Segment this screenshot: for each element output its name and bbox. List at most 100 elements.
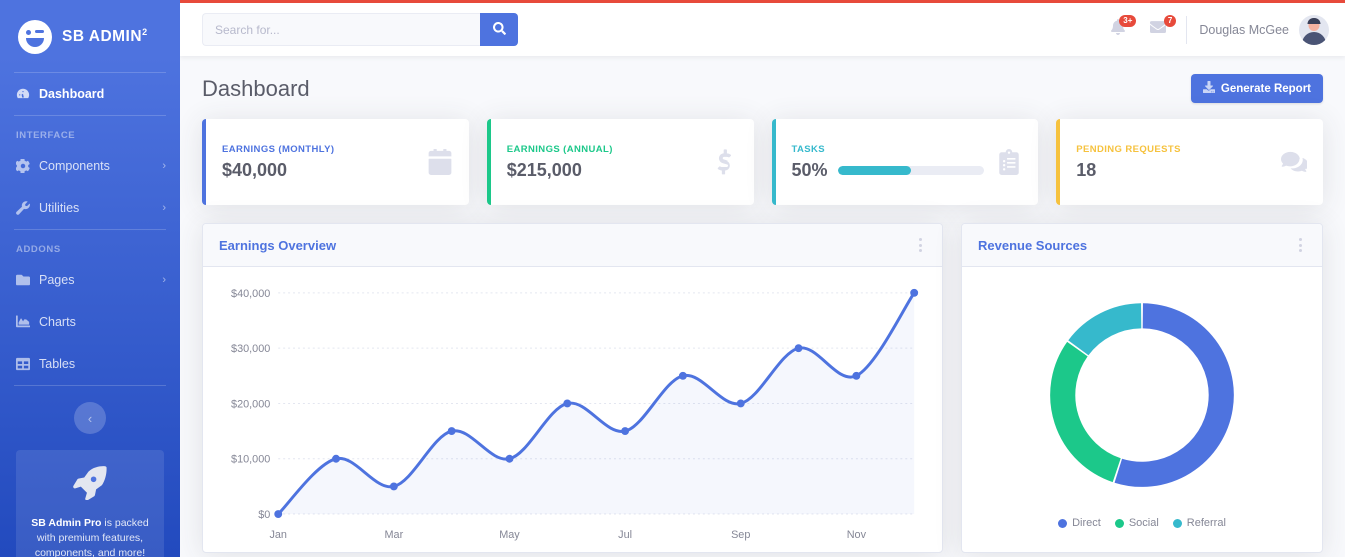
card-title: Revenue Sources <box>978 237 1088 253</box>
upgrade-promo-strong: SB Admin Pro <box>31 517 102 529</box>
stat-cards-row: EARNINGS (MONTHLY) $40,000 EARNINGS (ANN… <box>202 119 1323 205</box>
brand-logo[interactable]: SB ADMIN2 <box>0 0 180 72</box>
sidebar-item-label: Pages <box>39 273 75 287</box>
app-root: SB ADMIN2 Dashboard INTERFACE Components… <box>0 0 1345 557</box>
tasks-progress-bar <box>837 165 985 175</box>
revenue-sources-card: Revenue Sources Direct Social Referral <box>961 223 1323 553</box>
brand-name: SB ADMIN2 <box>62 27 148 46</box>
comments-icon <box>1281 149 1307 175</box>
stat-value: 50% <box>791 159 828 180</box>
clipboard-list-icon <box>996 149 1022 175</box>
download-icon <box>1202 81 1215 96</box>
sidebar-item-components[interactable]: Components › <box>0 145 180 187</box>
brand-superscript: 2 <box>142 27 148 38</box>
donut-slice[interactable] <box>1114 303 1234 487</box>
stat-value: $40,000 <box>222 159 288 180</box>
charts-row: Earnings Overview $0 $10,000 $20,000 $30,00… <box>202 223 1323 553</box>
chevron-right-icon: › <box>162 160 166 172</box>
svg-text:$0: $0 <box>258 509 270 521</box>
main-area: 3+ 7 Douglas McGee Das <box>180 0 1345 557</box>
sidebar-item-label: Tables <box>39 357 76 371</box>
page-title: Dashboard <box>202 75 310 101</box>
stat-card-content: PENDING REQUESTS 18 <box>1076 144 1269 181</box>
donut-slice[interactable] <box>1050 341 1122 483</box>
rocket-icon <box>26 466 154 506</box>
earnings-overview-card: Earnings Overview $0 $10,000 $20,000 $30,00… <box>202 223 943 553</box>
vertical-ellipsis-icon[interactable] <box>915 235 926 255</box>
search-input[interactable] <box>202 13 480 46</box>
stat-card-tasks: TASKS 50% <box>771 119 1039 205</box>
topbar: 3+ 7 Douglas McGee <box>180 0 1345 56</box>
stat-card-pending-requests: PENDING REQUESTS 18 <box>1056 119 1323 205</box>
stat-value-row: 18 <box>1076 160 1269 181</box>
stat-card-content: EARNINGS (ANNUAL) $215,000 <box>507 144 700 181</box>
svg-text:$30,000: $30,000 <box>231 343 270 355</box>
topbar-separator <box>1186 15 1188 44</box>
svg-text:Mar: Mar <box>385 529 404 541</box>
generate-report-label: Generate Report <box>1220 82 1311 95</box>
svg-text:$20,000: $20,000 <box>231 398 270 410</box>
stat-value-row: $40,000 <box>222 160 415 181</box>
search-icon <box>492 21 506 38</box>
legend-item[interactable]: Direct <box>1058 517 1101 529</box>
svg-text:Sep: Sep <box>731 529 750 541</box>
messages-button[interactable]: 7 <box>1138 10 1178 50</box>
legend-item[interactable]: Referral <box>1172 517 1226 529</box>
chart-area-icon <box>16 315 30 329</box>
sidebar-item-dashboard[interactable]: Dashboard <box>0 73 180 115</box>
sidebar-toggle-button[interactable]: ‹ <box>74 402 106 434</box>
wrench-icon <box>16 201 30 215</box>
tachometer-icon <box>16 87 30 101</box>
sidebar-item-label: Charts <box>39 315 76 329</box>
stat-value: 18 <box>1076 159 1097 180</box>
avatar <box>1299 14 1329 45</box>
user-menu[interactable]: Douglas McGee <box>1199 14 1329 45</box>
svg-text:May: May <box>499 529 520 541</box>
stat-card-earnings-annual: EARNINGS (ANNUAL) $215,000 <box>486 119 754 205</box>
sidebar-heading-addons: ADDONS <box>16 244 61 255</box>
sidebar-item-utilities[interactable]: Utilities › <box>0 187 180 229</box>
legend-color-dot <box>1058 518 1068 528</box>
chevron-right-icon: › <box>162 202 166 214</box>
sidebar-item-tables[interactable]: Tables <box>0 343 180 385</box>
alerts-badge: 3+ <box>1119 14 1137 27</box>
legend-color-dot <box>1114 518 1124 528</box>
sidebar-item-pages[interactable]: Pages › <box>0 259 180 301</box>
stat-value-row: $215,000 <box>507 160 700 181</box>
calendar-icon <box>427 149 453 175</box>
user-name: Douglas McGee <box>1199 22 1289 37</box>
sidebar-collapse-wrap: ‹ <box>0 386 180 444</box>
sidebar-item-charts[interactable]: Charts <box>0 301 180 343</box>
legend-item[interactable]: Social <box>1114 517 1159 529</box>
earnings-area-chart[interactable]: $0 $10,000 $20,000 $30,000 $40,000 Jan Mar May J… <box>217 281 928 548</box>
sidebar-heading-interface: INTERFACE <box>16 130 76 141</box>
chevron-right-icon: › <box>162 274 166 286</box>
sidebar: SB ADMIN2 Dashboard INTERFACE Components… <box>0 0 180 557</box>
cog-icon <box>16 159 30 173</box>
upgrade-promo-card: SB Admin Pro is packed with premium feat… <box>16 450 164 557</box>
alerts-button[interactable]: 3+ <box>1098 10 1138 50</box>
generate-report-button[interactable]: Generate Report <box>1190 74 1323 103</box>
card-header: Revenue Sources <box>962 224 1322 267</box>
page-header: Dashboard Generate Report <box>202 74 1323 103</box>
svg-text:Nov: Nov <box>847 529 867 541</box>
donut-slice[interactable] <box>1068 303 1142 356</box>
stat-label: EARNINGS (MONTHLY) <box>222 143 335 155</box>
stat-card-earnings-monthly: EARNINGS (MONTHLY) $40,000 <box>202 119 469 205</box>
svg-text:$40,000: $40,000 <box>231 288 270 300</box>
stat-label: PENDING REQUESTS <box>1076 143 1181 155</box>
svg-text:Jul: Jul <box>618 529 632 541</box>
search-form <box>202 13 518 46</box>
stat-label: TASKS <box>791 143 825 155</box>
legend-label: Referral <box>1186 517 1226 529</box>
legend-label: Direct <box>1072 517 1101 529</box>
vertical-ellipsis-icon[interactable] <box>1295 235 1306 255</box>
earnings-chart-body: $0 $10,000 $20,000 $30,000 $40,000 Jan Mar May J… <box>203 267 942 552</box>
card-header: Earnings Overview <box>203 224 942 267</box>
topbar-right: 3+ 7 Douglas McGee <box>1098 10 1329 50</box>
revenue-donut-chart[interactable] <box>976 281 1308 513</box>
search-button[interactable] <box>480 13 518 46</box>
sidebar-item-label: Utilities <box>39 201 80 215</box>
svg-text:$10,000: $10,000 <box>231 454 270 466</box>
legend-label: Social <box>1128 517 1159 529</box>
